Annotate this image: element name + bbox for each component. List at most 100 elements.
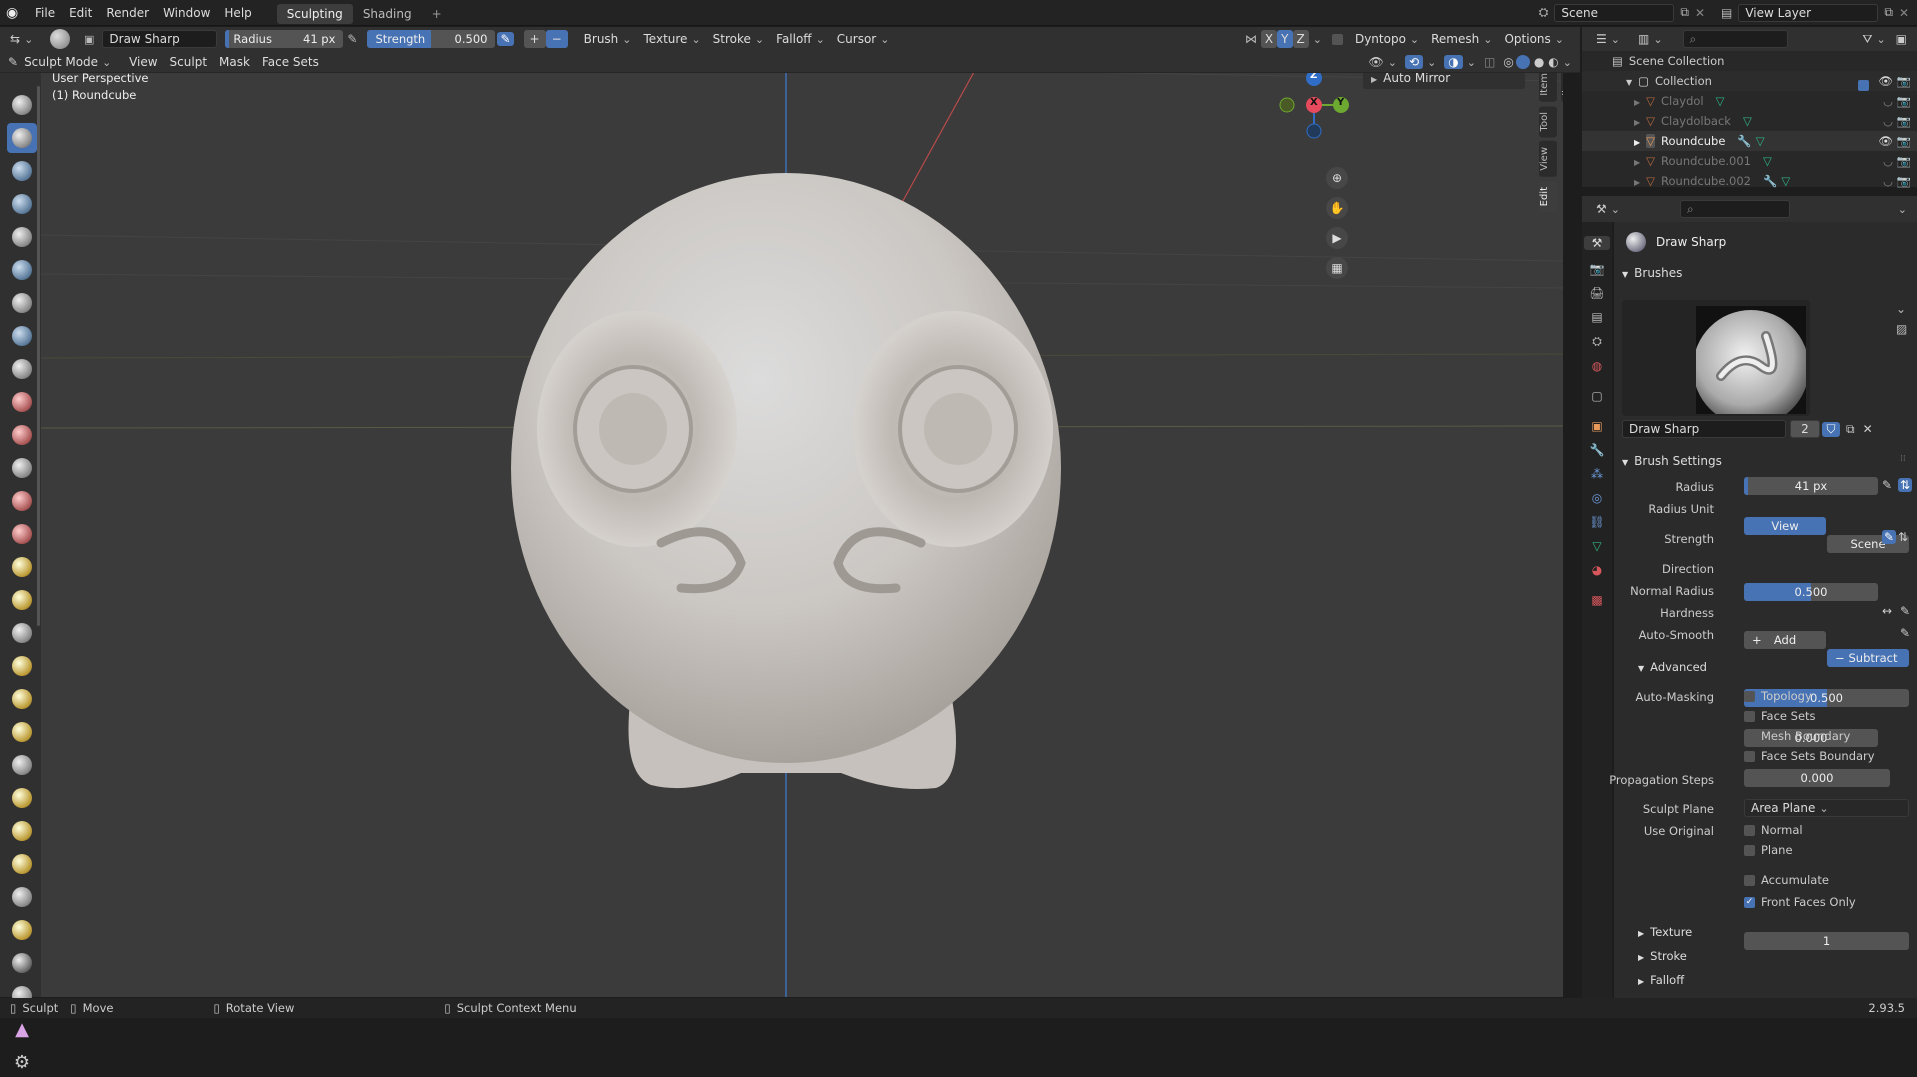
symmetry-dropdown[interactable] — [1309, 32, 1322, 46]
radius-pressure-icon[interactable]: ✎ — [347, 32, 357, 46]
solid-shading-icon[interactable] — [1515, 54, 1530, 69]
world-tab-icon[interactable]: ◍ — [1582, 359, 1612, 373]
gizmo-x-label[interactable]: X — [1310, 97, 1318, 108]
menu-file[interactable]: File — [28, 0, 62, 26]
automask-face-sets-boundary-checkbox[interactable]: Face Sets Boundary — [1744, 749, 1875, 763]
material-shading-icon[interactable]: ● — [1534, 55, 1544, 69]
auto-mirror-panel[interactable]: ▶ Auto Mirror — [1363, 73, 1525, 89]
camera-view-icon[interactable]: ▶ — [1326, 227, 1348, 249]
brush-users-count[interactable]: 2 — [1790, 420, 1820, 438]
outliner-item-claydol[interactable]: ▶ ▽ Claydol ▽ ◡ 📷 — [1582, 91, 1917, 111]
3d-viewport[interactable]: User Perspective (1) Roundcube Z X Y ⊕ ✋… — [41, 73, 1563, 997]
tool-scrape[interactable] — [7, 486, 37, 516]
tool-tab-icon[interactable]: ⚒ — [1584, 236, 1610, 250]
new-scene-icon[interactable]: ⧉ — [1680, 5, 1689, 20]
automask-mesh-boundary-checkbox[interactable]: Mesh Boundary — [1744, 729, 1850, 743]
tool-clay-strips[interactable] — [7, 189, 37, 219]
overlay-dropdown[interactable] — [1463, 55, 1476, 69]
hidden-eye-icon[interactable]: ◡ — [1883, 171, 1893, 191]
tool-draw[interactable] — [7, 90, 37, 120]
outliner-item-roundcube-001[interactable]: ▶ ▽ Roundcube.001 ▽ ◡ 📷 — [1582, 151, 1917, 171]
menu-help[interactable]: Help — [217, 0, 258, 26]
strength-field[interactable]: 0.500 — [1744, 583, 1878, 601]
automask-face-sets-checkbox[interactable]: Face Sets — [1744, 709, 1816, 723]
camera-icon[interactable]: 📷 — [1897, 91, 1911, 111]
toolbar-scrollbar[interactable] — [37, 86, 40, 626]
use-original-plane-checkbox[interactable]: Plane — [1744, 843, 1793, 857]
auto-smooth-pressure-icon[interactable]: ✎ — [1900, 626, 1910, 640]
camera-icon[interactable]: 📷 — [1897, 111, 1911, 131]
tool-elastic-deform[interactable] — [7, 618, 37, 648]
rendered-shading-icon[interactable]: ◐ — [1548, 55, 1558, 69]
scene-collection-row[interactable]: ▤ Scene Collection — [1582, 51, 1917, 71]
tool-snake-hook[interactable] — [7, 651, 37, 681]
properties-editor-icon[interactable]: ⚒ — [1596, 202, 1620, 216]
tab-item[interactable]: Item — [1539, 73, 1557, 102]
front-faces-only-checkbox[interactable]: ✓ Front Faces Only — [1744, 895, 1856, 909]
camera-icon[interactable]: 📷 — [1897, 151, 1911, 171]
hidden-eye-icon[interactable]: ◡ — [1883, 91, 1893, 111]
options-menu[interactable]: Options — [1498, 30, 1570, 48]
mirror-y-button[interactable]: Y — [1277, 30, 1293, 48]
radius-unit-lock-icon[interactable]: ⇅ — [1898, 478, 1913, 492]
new-view-layer-icon[interactable]: ⧉ — [1884, 5, 1893, 20]
sculpt-plane-select[interactable]: Area Plane — [1744, 799, 1909, 817]
camera-icon[interactable]: 📷 — [1897, 131, 1911, 151]
tool-clay[interactable] — [7, 156, 37, 186]
dyntopo-checkbox[interactable] — [1331, 33, 1343, 45]
menu-face-sets[interactable]: Face Sets — [256, 53, 325, 71]
radius-field[interactable]: 41 px — [1744, 477, 1878, 495]
strength-slider[interactable]: Strength 0.500 — [367, 30, 496, 48]
mirror-z-button[interactable]: Z — [1292, 30, 1309, 48]
automask-topology-checkbox[interactable]: Topology — [1744, 689, 1812, 703]
tool-fill[interactable] — [7, 453, 37, 483]
hardness-invert-icon[interactable]: ↔ — [1882, 604, 1892, 618]
falloff-menu[interactable]: Falloff — [770, 30, 831, 48]
menu-edit[interactable]: Edit — [62, 0, 99, 26]
tab-sculpting[interactable]: Sculpting — [276, 4, 353, 24]
tool-nudge[interactable] — [7, 750, 37, 780]
brush-image-icon[interactable]: ▨ — [1896, 322, 1907, 336]
shading-dropdown[interactable] — [1559, 55, 1572, 69]
menu-sculpt[interactable]: Sculpt — [164, 53, 213, 71]
stroke-menu[interactable]: Stroke — [707, 30, 770, 48]
unlink-brush-icon[interactable]: ✕ — [1863, 422, 1873, 436]
scene-field[interactable]: Scene — [1554, 3, 1675, 22]
gizmo-y-label[interactable]: Y — [1337, 97, 1344, 108]
eye-icon[interactable]: 👁 — [1878, 71, 1893, 91]
tool-simplify[interactable] — [7, 915, 37, 945]
scene-icon[interactable]: ⛭ — [1539, 5, 1549, 20]
editor-type-icon[interactable]: ⇆ — [10, 32, 36, 46]
outliner-item-claydolback[interactable]: ▶ ▽ Claydolback ▽ ◡ 📷 — [1582, 111, 1917, 131]
outliner-item-roundcube-002[interactable]: ▶ ▽ Roundcube.002 🔧 ▽ ◡ 📷 — [1582, 171, 1917, 191]
display-mode-icon[interactable]: ▥ — [1638, 32, 1663, 46]
tool-flatten[interactable] — [7, 420, 37, 450]
hidden-eye-icon[interactable]: ◡ — [1883, 111, 1893, 131]
render-tab-icon[interactable]: 📷 — [1582, 262, 1612, 276]
properties-search-input[interactable]: ⌕ — [1679, 200, 1790, 218]
hardness-pressure-icon[interactable]: ✎ — [1900, 604, 1910, 618]
duplicate-brush-icon[interactable]: ⧉ — [1846, 422, 1855, 437]
propagation-steps-field[interactable]: 1 — [1744, 932, 1909, 950]
symmetry-icon[interactable]: ⋈ — [1245, 32, 1257, 46]
mirror-x-button[interactable]: X — [1260, 30, 1278, 48]
camera-icon[interactable]: 📷 — [1897, 171, 1911, 191]
output-tab-icon[interactable]: 🖨 — [1582, 286, 1612, 300]
add-workspace-button[interactable]: + — [422, 4, 452, 24]
collection-row[interactable]: ▼ ▢ Collection 👁 📷 — [1582, 71, 1917, 91]
tab-edit[interactable]: Edit — [1539, 180, 1557, 213]
collapse-icon[interactable]: ▼ — [1626, 78, 1632, 87]
tool-mask[interactable] — [7, 948, 37, 978]
strength-pressure-icon[interactable]: ✎ — [497, 32, 514, 46]
menu-mask[interactable]: Mask — [213, 53, 256, 71]
wireframe-shading-icon[interactable]: ◎ — [1503, 55, 1513, 69]
mode-selector[interactable]: Sculpt Mode — [18, 53, 123, 71]
tool-boundary[interactable] — [7, 849, 37, 879]
object-tab-icon[interactable]: ▣ — [1582, 419, 1612, 433]
new-collection-icon[interactable]: ▣ — [1896, 32, 1907, 46]
tool-box-mask[interactable]: ▲ — [7, 1014, 37, 1044]
ortho-toggle-icon[interactable]: ▦ — [1326, 257, 1348, 279]
properties-options-icon[interactable] — [1894, 202, 1907, 216]
brush-menu[interactable]: Brush — [578, 30, 638, 48]
strength-pressure-icon[interactable]: ✎ — [1882, 530, 1897, 544]
